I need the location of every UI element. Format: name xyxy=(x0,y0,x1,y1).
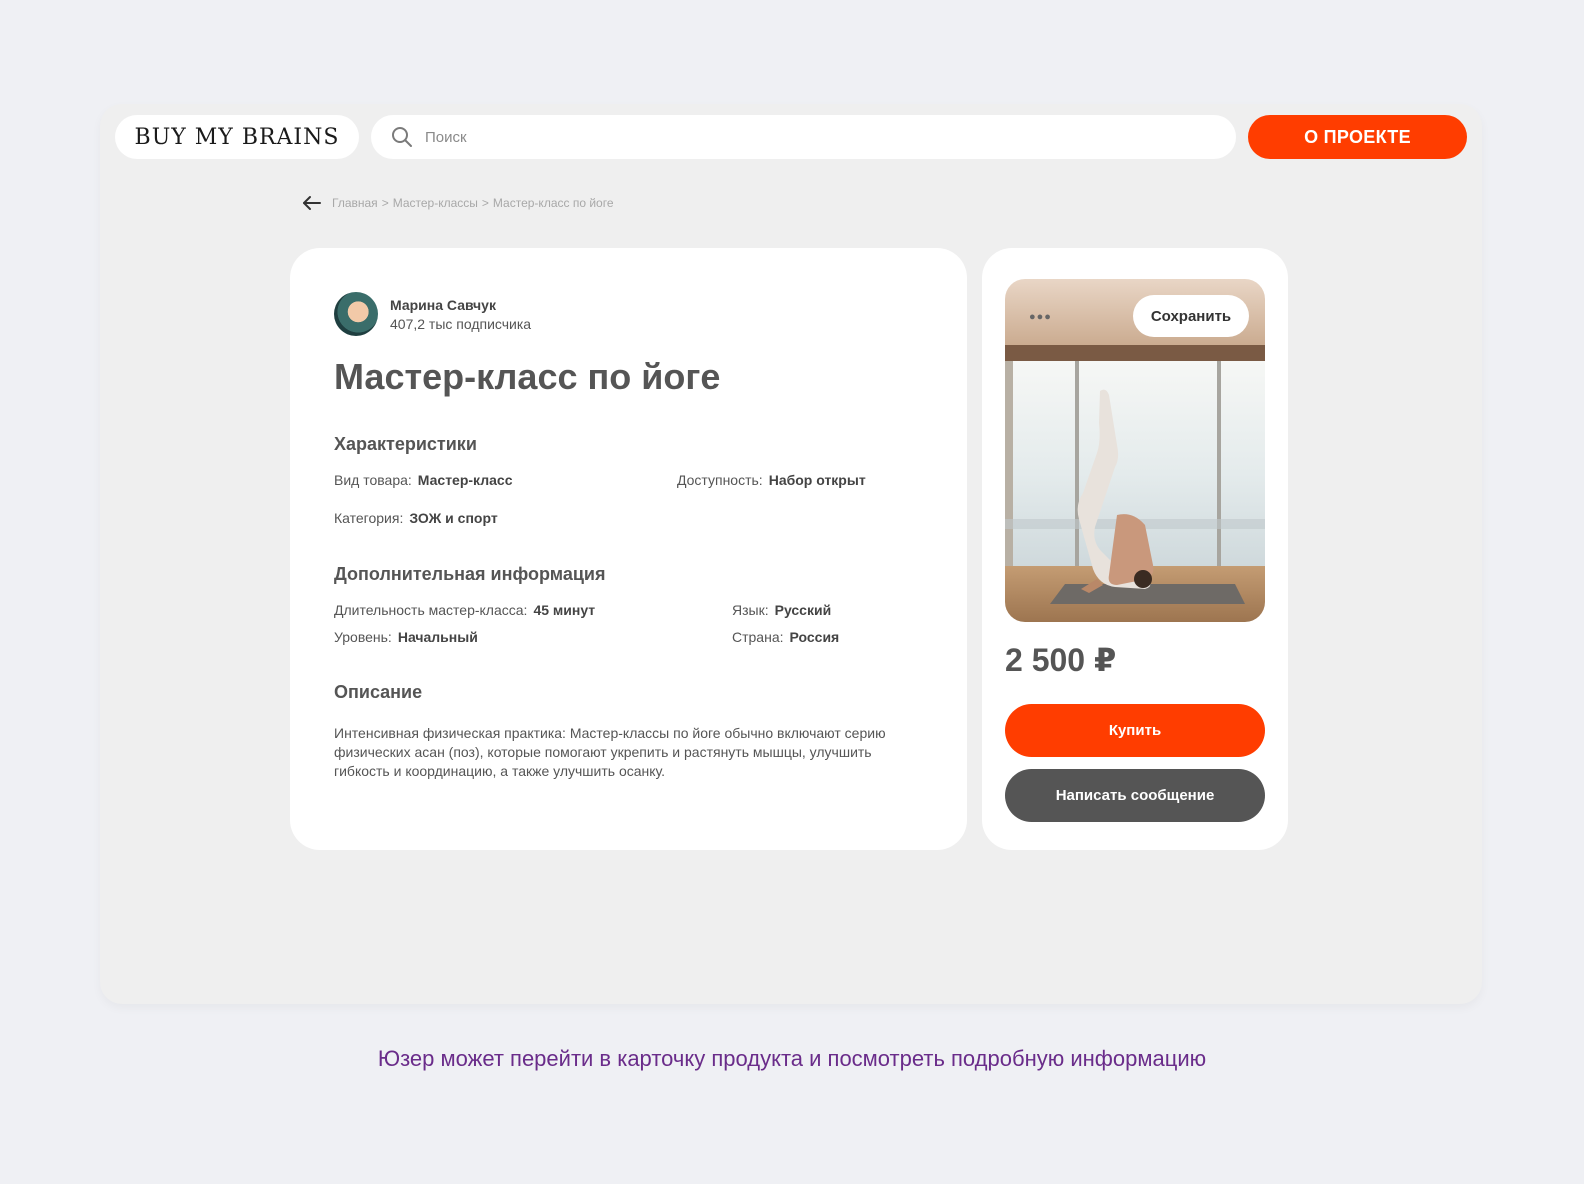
breadcrumb-item-masterclasses[interactable]: Мастер-классы xyxy=(393,196,478,210)
more-dots-icon[interactable]: ●●● xyxy=(1029,311,1052,323)
about-project-button[interactable]: О ПРОЕКТЕ xyxy=(1248,115,1467,159)
prop-level: Уровень: Начальный xyxy=(334,629,478,645)
breadcrumb-separator: > xyxy=(481,196,489,210)
characteristics-heading: Характеристики xyxy=(334,434,477,454)
product-title: Мастер-класс по йоге xyxy=(334,356,721,397)
prop-type: Вид товара: Мастер-класс xyxy=(334,472,513,488)
prop-duration-label: Длительность мастер-класса: xyxy=(334,602,528,618)
prop-availability-value: Набор открыт xyxy=(768,472,866,488)
prop-category: Категория: ЗОЖ и спорт xyxy=(334,510,498,526)
prop-level-label: Уровень: xyxy=(334,629,392,645)
author-subscribers: 407,2 тыс подписчика xyxy=(390,315,532,332)
save-button[interactable]: Сохранить xyxy=(1133,295,1249,337)
prop-duration: Длительность мастер-класса: 45 минут xyxy=(334,602,595,618)
prop-availability: Доступность: Набор открыт xyxy=(677,472,866,488)
logo-text: BUY MY BRAINS xyxy=(134,124,340,150)
author-block[interactable]: Марина Савчук 407,2 тыс подписчика xyxy=(334,292,531,336)
prop-availability-label: Доступность: xyxy=(677,472,763,488)
prop-category-label: Категория: xyxy=(334,510,404,526)
search-input[interactable] xyxy=(425,128,1205,146)
buy-button[interactable]: Купить xyxy=(1005,704,1265,757)
prop-duration-value: 45 минут xyxy=(533,602,596,618)
breadcrumb: Главная > Мастер-классы > Мастер-класс по йо… xyxy=(302,195,614,211)
search-icon xyxy=(392,127,412,147)
logo[interactable]: BUY MY BRAINS xyxy=(115,115,359,159)
prop-language: Язык: Русский xyxy=(732,602,831,618)
prop-language-label: Язык: xyxy=(732,602,769,618)
description-text: Интенсивная физическая практика: Мастер-… xyxy=(334,725,886,779)
send-message-button[interactable]: Написать сообщение xyxy=(1005,769,1265,822)
prop-level-value: Начальный xyxy=(397,629,478,645)
breadcrumb-item-home[interactable]: Главная xyxy=(332,196,378,210)
additional-info-heading: Дополнительная информация xyxy=(334,564,606,584)
prop-language-value: Русский xyxy=(774,602,832,618)
caption: Юзер может перейти в карточку продукта и… xyxy=(377,1046,1207,1071)
price: 2 500 ₽ xyxy=(1005,642,1117,678)
description-heading: Описание xyxy=(334,682,423,702)
breadcrumb-item-current: Мастер-класс по йоге xyxy=(492,196,614,210)
author-name[interactable]: Марина Савчук xyxy=(390,297,531,313)
avatar[interactable] xyxy=(334,292,378,336)
breadcrumb-separator: > xyxy=(381,196,389,210)
prop-country-value: Россия xyxy=(789,629,840,645)
prop-category-value: ЗОЖ и спорт xyxy=(409,510,498,526)
product-details-card: Марина Савчук 407,2 тыс подписчика Масте… xyxy=(290,248,967,850)
prop-type-value: Мастер-класс xyxy=(417,472,513,488)
prop-type-label: Вид товара: xyxy=(334,472,412,488)
product-image: ●●● Сохранить xyxy=(1005,279,1265,622)
prop-country-label: Страна: xyxy=(732,629,784,645)
search-bar[interactable] xyxy=(371,115,1236,159)
purchase-card: ●●● Сохранить 2 500 ₽ Купить Написать со… xyxy=(982,248,1288,850)
prop-country: Страна: Россия xyxy=(732,629,839,645)
back-arrow-icon[interactable] xyxy=(302,195,322,211)
